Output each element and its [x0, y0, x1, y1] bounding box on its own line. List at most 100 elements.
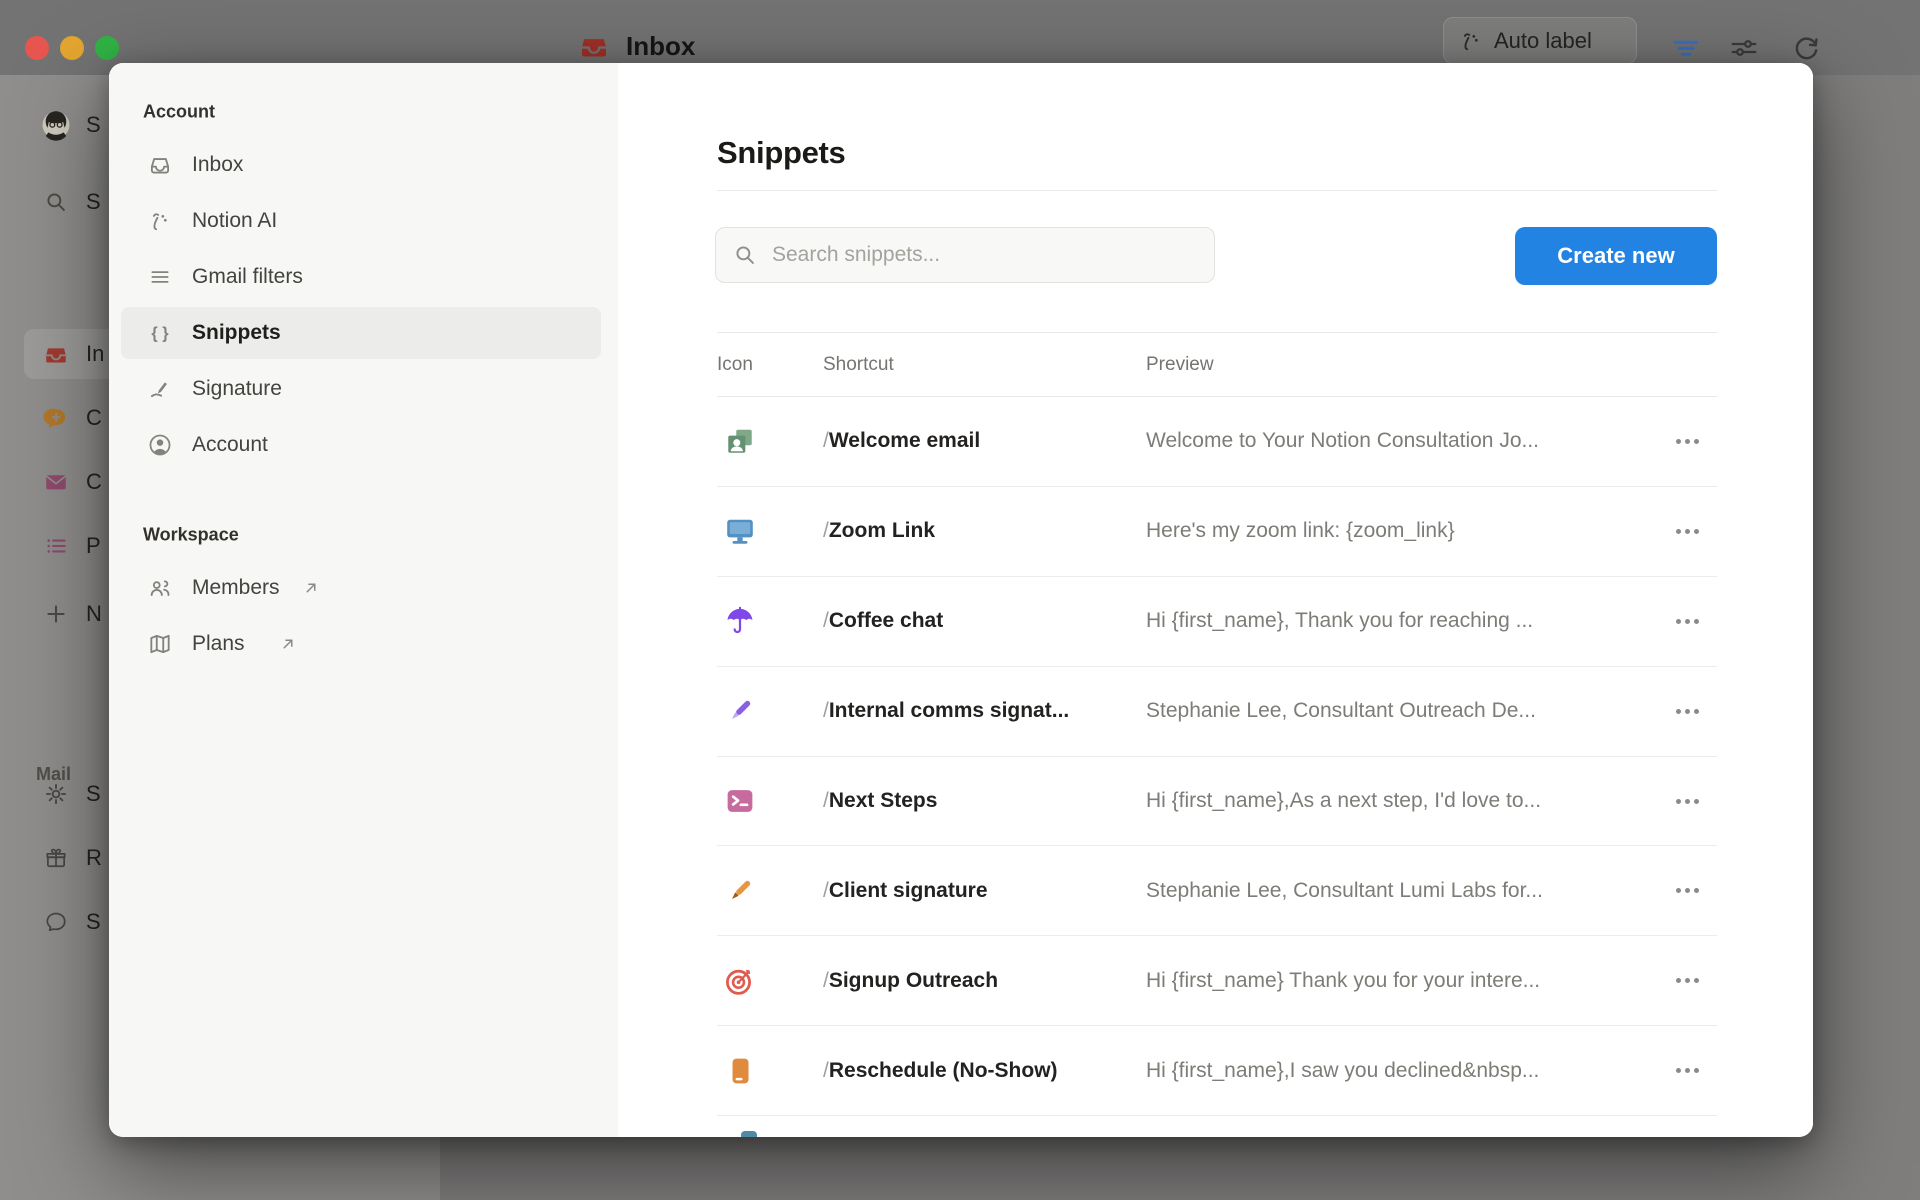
sidebar-item-label: N — [86, 601, 102, 627]
list-icon — [38, 528, 74, 564]
create-new-button[interactable]: Create new — [1515, 227, 1717, 285]
shortcut-name: Signup Outreach — [829, 969, 998, 993]
snippet-preview: Stephanie Lee, Consultant Outreach De... — [1146, 699, 1657, 723]
snippet-preview: Hi {first_name},I saw you declined&nbsp.… — [1146, 1059, 1657, 1083]
external-link-icon — [301, 578, 321, 598]
avatar-icon — [38, 107, 74, 143]
book-icon — [723, 1054, 757, 1088]
settings-nav-members[interactable]: Members — [121, 562, 601, 614]
pen-orange-icon — [723, 874, 757, 908]
snippet-preview: Hi {first_name},As a next step, I'd love… — [1146, 789, 1657, 813]
row-menu-button[interactable] — [1657, 709, 1717, 714]
snippet-row[interactable]: /Coffee chatHi {first_name}, Thank you f… — [717, 577, 1717, 667]
zoom-window-button[interactable] — [95, 36, 119, 60]
gear-icon — [38, 776, 74, 812]
row-menu-button[interactable] — [1657, 978, 1717, 983]
nav-item-label: Snippets — [192, 321, 281, 345]
umbrella-icon — [723, 604, 757, 638]
nav-item-label: Gmail filters — [192, 265, 303, 289]
snippet-preview: Welcome to Your Notion Consultation Jo..… — [1146, 429, 1657, 453]
chat-plus-icon — [38, 400, 74, 436]
settings-nav: Account Inbox Notion AI Gmail filters { } Sn… — [109, 63, 618, 1137]
target-icon — [723, 964, 757, 998]
minimize-window-button[interactable] — [60, 36, 84, 60]
nav-item-label: Plans — [192, 632, 245, 656]
snippet-row[interactable]: /Client signatureStephanie Lee, Consulta… — [717, 846, 1717, 936]
shortcut-name: Welcome email — [829, 429, 980, 453]
snippet-preview: Here's my zoom link: {zoom_link} — [1146, 519, 1657, 543]
braces-icon: { } — [147, 320, 173, 346]
row-menu-button[interactable] — [1657, 888, 1717, 893]
nav-item-label: Notion AI — [192, 209, 277, 233]
page-title: Snippets — [717, 135, 846, 171]
inbox-icon — [578, 30, 610, 62]
search-icon — [38, 184, 74, 220]
row-menu-button[interactable] — [1657, 529, 1717, 534]
search-icon — [732, 242, 758, 268]
close-window-button[interactable] — [25, 36, 49, 60]
snippet-row[interactable]: /Next StepsHi {first_name},As a next ste… — [717, 757, 1717, 847]
svg-text:{ }: { } — [151, 324, 169, 342]
account-section-label: Account — [143, 102, 215, 123]
settings-nav-gmail-filters[interactable]: Gmail filters — [121, 251, 601, 303]
snippet-search[interactable] — [715, 227, 1215, 283]
map-icon — [147, 631, 173, 657]
display-filter-icon[interactable] — [1669, 31, 1703, 65]
settings-nav-account[interactable]: Account — [121, 419, 601, 471]
settings-nav-notion-ai[interactable]: Notion AI — [121, 195, 601, 247]
settings-sliders-icon[interactable] — [1727, 31, 1761, 65]
sidebar-item-label: R — [86, 845, 102, 871]
shortcut-name: Zoom Link — [829, 519, 935, 543]
sidebar-item-label: In — [86, 341, 104, 367]
nav-item-label: Signature — [192, 377, 282, 401]
snippet-preview: Hi {first_name}, Thank you for reaching … — [1146, 609, 1657, 633]
snippet-row[interactable]: /Reschedule (No-Show)Hi {first_name},I s… — [717, 1026, 1717, 1116]
snippet-row[interactable]: /Welcome emailWelcome to Your Notion Con… — [717, 397, 1717, 487]
nav-item-label: Inbox — [192, 153, 243, 177]
snippet-preview: Hi {first_name} Thank you for your inter… — [1146, 969, 1657, 993]
inbox-icon — [147, 152, 173, 178]
settings-nav-snippets[interactable]: { } Snippets — [121, 307, 601, 359]
settings-modal: Account Inbox Notion AI Gmail filters { } Sn… — [109, 63, 1813, 1137]
settings-nav-inbox[interactable]: Inbox — [121, 139, 601, 191]
column-icon: Icon — [717, 354, 823, 376]
signature-icon — [147, 376, 173, 402]
row-menu-button[interactable] — [1657, 619, 1717, 624]
nav-item-label: Account — [192, 433, 268, 457]
shortcut-name: Internal comms signat... — [829, 699, 1069, 723]
filter-lines-icon — [147, 264, 173, 290]
sidebar-item-label: S — [86, 909, 101, 935]
snippet-preview: Stephanie Lee, Consultant Lumi Labs for.… — [1146, 879, 1657, 903]
chat-icon — [38, 904, 74, 940]
settings-nav-signature[interactable]: Signature — [121, 363, 601, 415]
snippet-row[interactable]: /Signup OutreachHi {first_name} Thank yo… — [717, 936, 1717, 1026]
gift-icon — [38, 840, 74, 876]
person-icon — [147, 432, 173, 458]
inbox-header: Inbox — [578, 30, 695, 62]
envelope-icon — [38, 464, 74, 500]
row-menu-button[interactable] — [1657, 799, 1717, 804]
row-menu-button[interactable] — [1657, 439, 1717, 444]
search-input[interactable] — [770, 242, 1198, 268]
snippet-row[interactable]: /Zoom LinkHere's my zoom link: {zoom_lin… — [717, 487, 1717, 577]
shortcut-name: Client signature — [829, 879, 988, 903]
shortcut-name: Reschedule (No-Show) — [829, 1059, 1058, 1083]
column-preview: Preview — [1146, 354, 1657, 376]
id-card-icon — [723, 424, 757, 458]
row-menu-button[interactable] — [1657, 1068, 1717, 1073]
sidebar-item-label: S — [86, 189, 101, 215]
table-header: Icon Shortcut Preview — [717, 332, 1717, 397]
plus-icon — [38, 596, 74, 632]
next-row-icon-peek — [741, 1131, 757, 1137]
sidebar-item-label: S — [86, 781, 101, 807]
snippet-row[interactable]: /Internal comms signat...Stephanie Lee, … — [717, 667, 1717, 757]
auto-label-button[interactable]: Auto label — [1443, 17, 1637, 64]
shortcut-name: Next Steps — [829, 789, 938, 813]
external-link-icon — [278, 634, 298, 654]
terminal-icon — [723, 784, 757, 818]
ai-icon — [147, 208, 173, 234]
screen: Inbox Auto label Views Mail N 15 ? SSInC… — [0, 0, 1920, 1200]
refresh-icon[interactable] — [1789, 31, 1823, 65]
members-icon — [147, 575, 173, 601]
settings-nav-plans[interactable]: Plans — [121, 618, 601, 670]
